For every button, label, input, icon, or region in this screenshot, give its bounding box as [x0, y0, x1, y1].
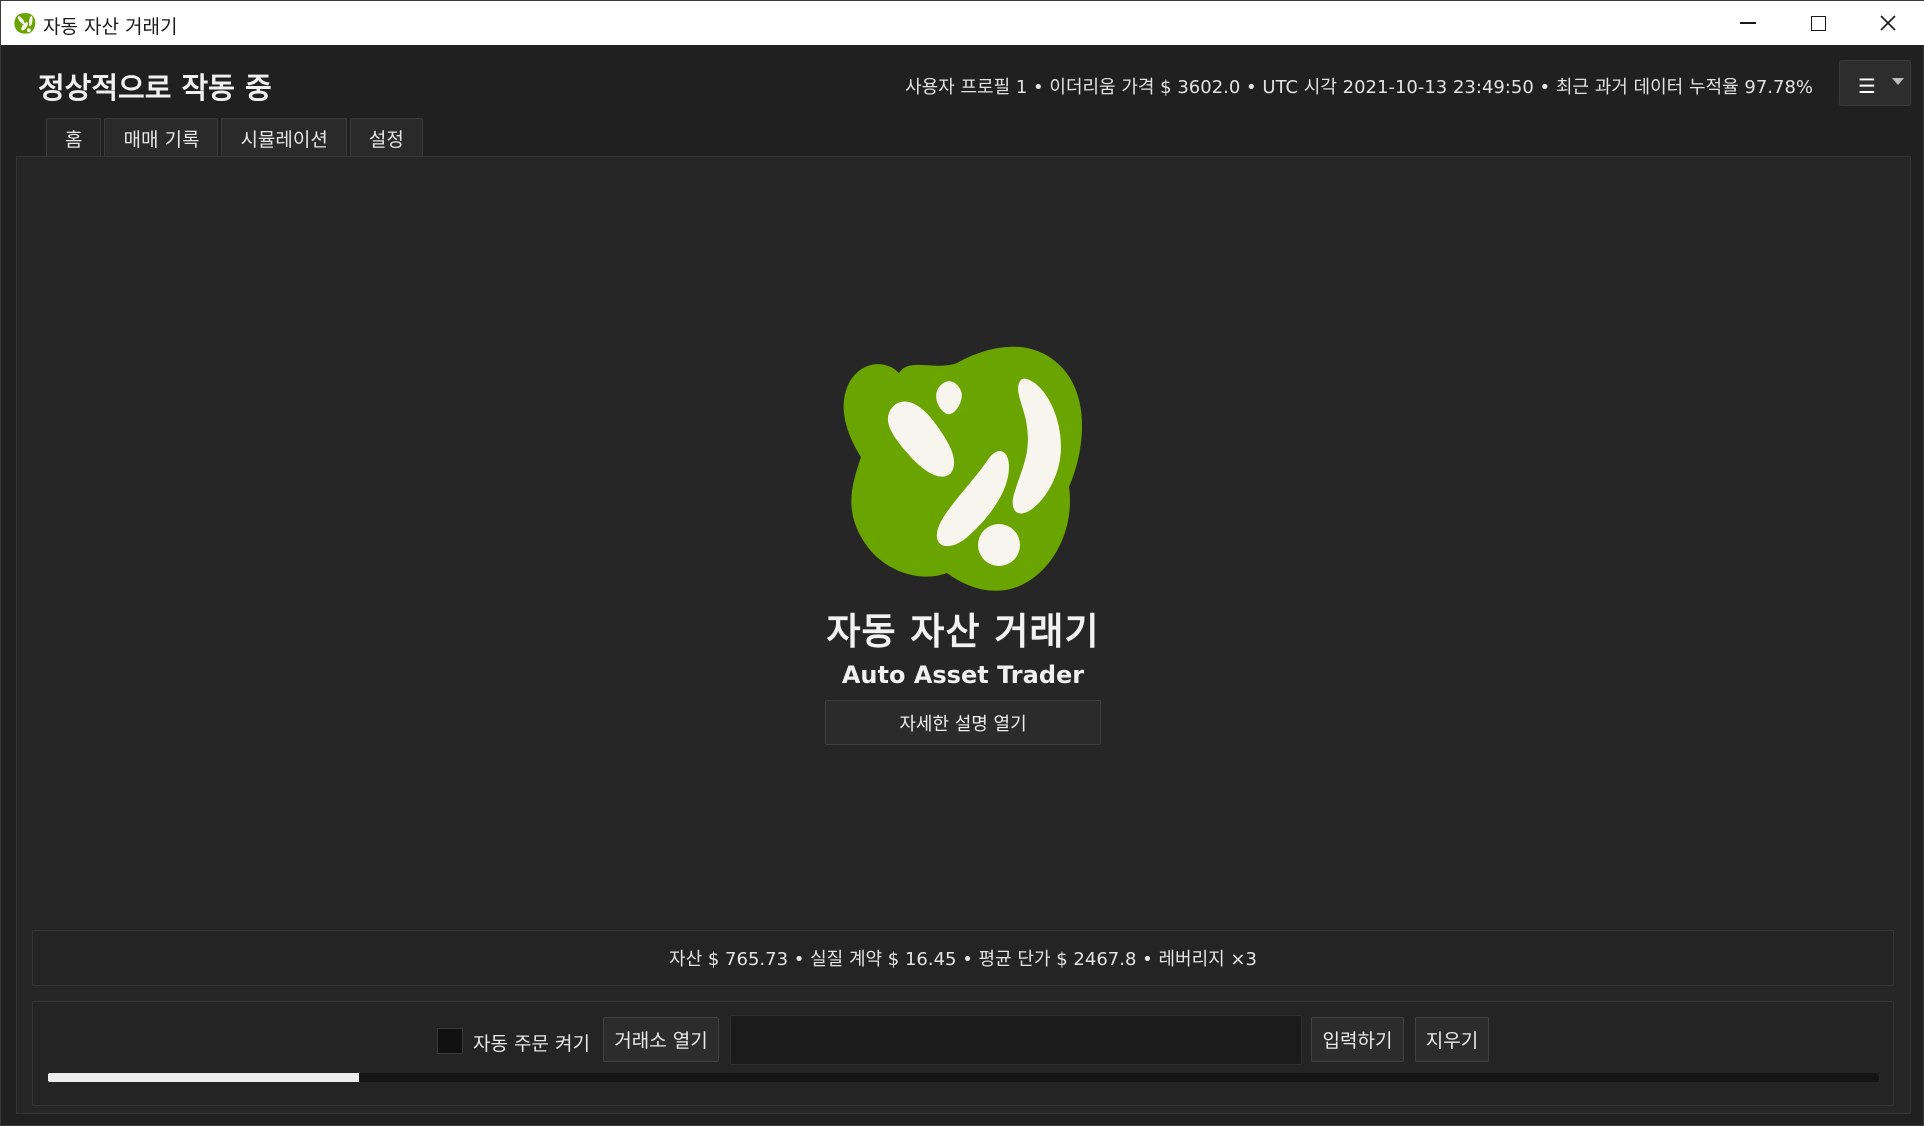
tab-home[interactable]: 홈 — [46, 118, 102, 158]
app-subtitle: Auto Asset Trader — [841, 661, 1085, 689]
window-title: 자동 자산 거래기 — [43, 16, 178, 38]
status-info-line: 사용자 프로필 1 • 이더리움 가격 $ 3602.0 • UTC 시각 20… — [905, 77, 1813, 98]
chevron-down-icon — [1892, 78, 1904, 85]
maximize-icon — [1810, 15, 1826, 31]
minimize-button[interactable] — [1713, 1, 1783, 45]
enter-button[interactable]: 입력하기 — [1311, 1017, 1404, 1062]
minimize-icon — [1740, 22, 1756, 24]
open-details-button[interactable]: 자세한 설명 열기 — [825, 700, 1101, 745]
command-input[interactable] — [730, 1015, 1302, 1065]
maximize-button[interactable] — [1783, 1, 1853, 45]
close-button[interactable] — [1853, 1, 1923, 45]
progress-bar — [48, 1073, 1879, 1082]
status-title: 정상적으로 작동 중 — [38, 71, 272, 105]
auto-order-checkbox[interactable] — [437, 1028, 463, 1054]
app-logo-icon — [14, 12, 36, 34]
tab-bar: 홈 매매 기록 시뮬레이션 설정 — [46, 118, 426, 158]
app-logo-large — [843, 346, 1083, 591]
open-exchange-button[interactable]: 거래소 열기 — [603, 1017, 719, 1062]
progress-fill — [48, 1073, 360, 1082]
title-bar: 자동 자산 거래기 — [1, 1, 1924, 45]
main-menu-button[interactable]: ☰ — [1839, 60, 1911, 106]
tab-trade-history[interactable]: 매매 기록 — [104, 118, 219, 157]
tab-settings[interactable]: 설정 — [349, 118, 423, 157]
auto-order-label[interactable]: 자동 주문 켜기 — [473, 1029, 590, 1056]
hamburger-menu-icon: ☰ — [1858, 74, 1876, 98]
asset-summary-bar: 자산 $ 765.73 • 실질 계약 $ 16.45 • 평균 단가 $ 24… — [32, 930, 1894, 986]
app-window: 자동 자산 거래기 정상적으로 작동 중 사용자 프로필 1 • 이더리움 가격… — [0, 0, 1924, 1126]
app-name-heading: 자동 자산 거래기 — [826, 610, 1100, 653]
close-icon — [1880, 15, 1896, 31]
clear-button[interactable]: 지우기 — [1415, 1017, 1489, 1062]
tab-simulation[interactable]: 시뮬레이션 — [221, 118, 347, 157]
asset-summary-text: 자산 $ 765.73 • 실질 계약 $ 16.45 • 평균 단가 $ 24… — [669, 949, 1257, 970]
